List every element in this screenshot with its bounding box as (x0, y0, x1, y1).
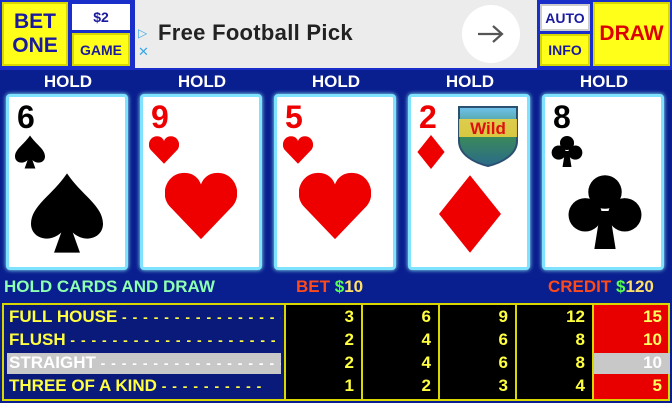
paytable-hand-row-selected: STRAIGHT - - - - - - - - - - - - - - - -… (7, 353, 281, 374)
payout-cell: 8 (575, 330, 585, 349)
hand-name: FULL HOUSE (9, 307, 118, 326)
dots-divider: - - - - - - - - - - - - - - - - - - - - (100, 355, 281, 371)
paytable-column-3: 9 6 6 3 (438, 305, 514, 399)
credit-value: 120 (625, 277, 654, 296)
paytable-column-1: 3 2 2 1 (284, 305, 360, 399)
hand-name: FLUSH (9, 330, 66, 349)
ad-text[interactable]: Free Football Pick (158, 20, 353, 46)
bet-label: BET (296, 277, 330, 296)
paytable-hand-row: THREE OF A KIND - - - - - - - - - - (7, 376, 281, 397)
bet-currency: $ (334, 277, 345, 296)
card-rank: 6 (17, 99, 35, 135)
payout-cell: 4 (421, 330, 431, 349)
hold-label-4[interactable]: HOLD (410, 72, 530, 92)
card-5[interactable]: 8 (542, 94, 664, 270)
heart-icon (165, 172, 237, 240)
draw-button[interactable]: DRAW (593, 2, 670, 66)
ad-choices-icon[interactable]: ▷ (138, 26, 147, 40)
credit-display: CREDIT $120 (548, 277, 654, 297)
bet-one-label-line1: BET (14, 10, 56, 33)
game-button[interactable]: GAME (72, 33, 130, 66)
diamond-icon (439, 175, 501, 253)
paytable-column-2: 6 4 4 2 (361, 305, 437, 399)
card-2[interactable]: 9 (140, 94, 262, 270)
paytable-hand-row: FULL HOUSE - - - - - - - - - - - - - - -… (7, 307, 281, 328)
top-bar: BET ONE $2 GAME ▷ ✕ Free Football Pick A… (0, 0, 672, 70)
bet-amount-display: $2 (72, 4, 130, 30)
payout-cell: 1 (344, 376, 354, 395)
bet-one-button[interactable]: BET ONE (2, 2, 68, 66)
payout-cell: 5 (652, 376, 662, 395)
heart-icon (299, 172, 371, 240)
payout-cell: 10 (643, 330, 662, 349)
bet-display: BET $10 (296, 277, 363, 297)
wild-badge-icon: Wild (458, 106, 518, 167)
club-icon (568, 175, 642, 249)
paytable-column-5-highlighted: 15 10 10 5 (592, 305, 670, 399)
hand-name: THREE OF A KIND (9, 376, 157, 395)
bet-one-label-line2: ONE (12, 34, 58, 57)
payout-cell: 2 (421, 376, 431, 395)
payout-cell: 4 (421, 353, 431, 372)
wild-badge-text: Wild (470, 119, 506, 138)
ad-banner[interactable]: ▷ ✕ Free Football Pick (135, 0, 537, 68)
payout-cell: 6 (498, 353, 508, 372)
heart-icon (283, 136, 313, 164)
payout-cell: 8 (575, 353, 585, 372)
paytable: FULL HOUSE - - - - - - - - - - - - - - -… (2, 303, 670, 401)
diamond-icon (417, 135, 445, 169)
card-rank: 2 (419, 99, 437, 135)
payout-cell: 2 (344, 330, 354, 349)
credit-label: CREDIT (548, 277, 612, 296)
payout-cell: 10 (643, 353, 662, 372)
card-rank: 8 (553, 99, 571, 135)
payout-cell: 12 (566, 307, 585, 326)
heart-icon (149, 136, 179, 164)
payout-cell: 3 (344, 307, 354, 326)
paytable-hands: FULL HOUSE - - - - - - - - - - - - - - -… (4, 305, 284, 399)
hold-label-2[interactable]: HOLD (142, 72, 262, 92)
payout-cell: 6 (421, 307, 431, 326)
hold-label-5[interactable]: HOLD (544, 72, 664, 92)
spade-icon (15, 135, 45, 169)
dots-divider: - - - - - - - - - - - - - - - - (122, 309, 281, 325)
ad-close-icon[interactable]: ✕ (138, 44, 149, 60)
card-rank: 5 (285, 99, 303, 135)
paytable-hand-row: FLUSH - - - - - - - - - - - - - - - - - … (7, 330, 281, 351)
hand-name: STRAIGHT (9, 353, 96, 372)
card-4[interactable]: 2 Wild (408, 94, 530, 270)
dots-divider: - - - - - - - - - - (161, 378, 263, 394)
card-3[interactable]: 5 (274, 94, 396, 270)
bet-value: 10 (344, 277, 364, 296)
arrow-right-icon[interactable] (462, 5, 520, 63)
card-rank: 9 (151, 99, 169, 135)
hold-label-3[interactable]: HOLD (276, 72, 396, 92)
club-icon (551, 135, 583, 167)
payout-cell: 4 (575, 376, 585, 395)
payout-cell: 3 (498, 376, 508, 395)
dots-divider: - - - - - - - - - - - - - - - - - - - - … (70, 332, 281, 348)
auto-button[interactable]: AUTO (540, 4, 590, 31)
paytable-column-4: 12 8 8 4 (515, 305, 591, 399)
payout-cell: 15 (643, 307, 662, 326)
payout-cell: 9 (498, 307, 508, 326)
payout-cell: 6 (498, 330, 508, 349)
payout-cell: 2 (344, 353, 354, 372)
info-button[interactable]: INFO (540, 34, 590, 66)
hold-label-1[interactable]: HOLD (8, 72, 128, 92)
spade-icon (31, 173, 103, 253)
status-message: HOLD CARDS AND DRAW (4, 277, 215, 296)
card-1[interactable]: 6 (6, 94, 128, 270)
